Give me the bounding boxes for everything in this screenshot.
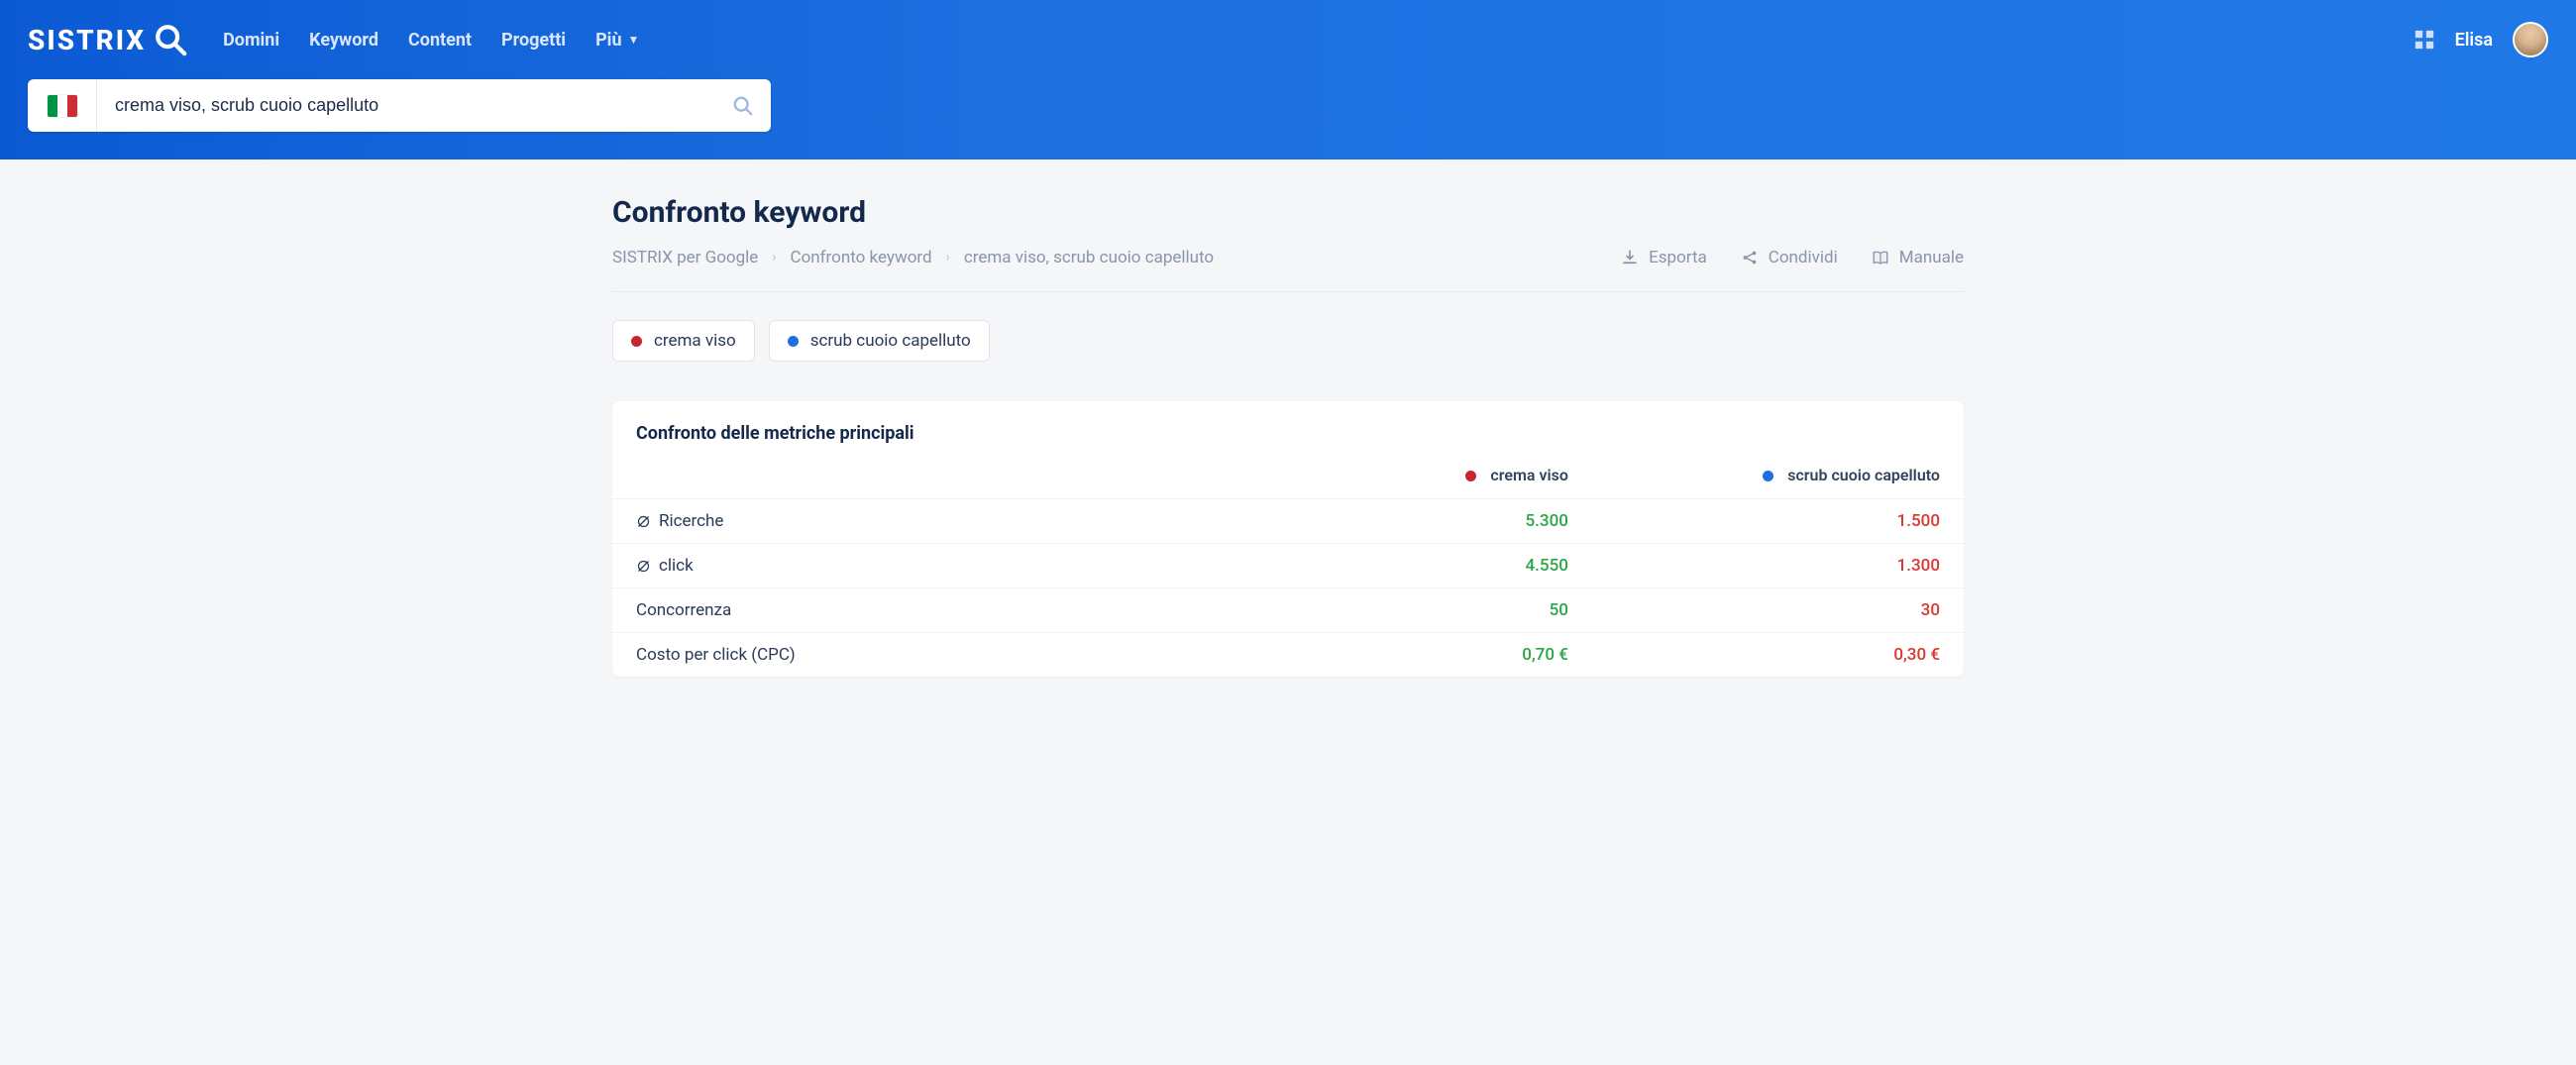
search-button[interactable] — [715, 79, 771, 132]
metric-label-cell: Costo per click (CPC) — [612, 633, 1221, 678]
metric-label-cell: click — [612, 544, 1221, 588]
table-header-col2: scrub cuoio capelluto — [1592, 452, 1964, 499]
nav-item-domini[interactable]: Domini — [223, 30, 279, 51]
breadcrumb: SISTRIX per Google › Confronto keyword ›… — [612, 248, 1214, 267]
export-label: Esporta — [1649, 248, 1707, 267]
metric-value-col2: 0,30 € — [1592, 633, 1964, 678]
download-icon — [1621, 249, 1639, 266]
breadcrumb-row: SISTRIX per Google › Confronto keyword ›… — [612, 248, 1964, 292]
nav-item-keyword[interactable]: Keyword — [309, 30, 378, 51]
color-dot-icon — [1763, 471, 1773, 481]
metric-label-cell: Ricerche — [612, 499, 1221, 544]
color-dot-icon — [788, 336, 799, 347]
avatar[interactable] — [2513, 22, 2548, 57]
export-button[interactable]: Esporta — [1621, 248, 1707, 267]
manual-button[interactable]: Manuale — [1872, 248, 1964, 267]
metric-value-col1: 5.300 — [1221, 499, 1592, 544]
keyword-chip[interactable]: crema viso — [612, 320, 755, 362]
table-row: Costo per click (CPC) 0,70 €0,30 € — [612, 633, 1964, 678]
chevron-right-icon: › — [946, 250, 950, 266]
color-dot-icon — [631, 336, 642, 347]
metric-value-col2: 1.300 — [1592, 544, 1964, 588]
color-dot-icon — [1465, 471, 1476, 481]
brand-logo[interactable]: SISTRIX — [28, 23, 187, 56]
metric-value-col2: 30 — [1592, 588, 1964, 633]
flag-italy-icon — [48, 95, 77, 117]
top-nav: SISTRIX Domini Keyword Content Progetti … — [0, 0, 2576, 79]
breadcrumb-item[interactable]: SISTRIX per Google — [612, 248, 758, 267]
column-label: scrub cuoio capelluto — [1787, 466, 1940, 484]
share-icon — [1741, 249, 1759, 266]
nav-item-more[interactable]: Più ▼ — [595, 30, 639, 51]
book-icon — [1872, 249, 1889, 266]
country-selector[interactable] — [28, 79, 97, 132]
metric-value-col2: 1.500 — [1592, 499, 1964, 544]
chevron-right-icon: › — [772, 250, 776, 266]
metric-label-cell: Concorrenza — [612, 588, 1221, 633]
table-header-col1: crema viso — [1221, 452, 1592, 499]
page-actions: Esporta Condividi Manuale — [1621, 248, 1964, 267]
search-strip — [0, 79, 2576, 160]
nav-right: Elisa — [2414, 22, 2548, 57]
card-title: Confronto delle metriche principali — [612, 401, 1964, 452]
metric-value-col1: 50 — [1221, 588, 1592, 633]
table-row: Concorrenza 5030 — [612, 588, 1964, 633]
average-icon — [636, 514, 651, 529]
chip-label: crema viso — [654, 331, 736, 351]
page-title: Confronto keyword — [612, 195, 1964, 230]
nav-item-content[interactable]: Content — [408, 30, 472, 51]
manual-label: Manuale — [1899, 248, 1964, 267]
search-icon — [154, 23, 187, 56]
search-icon — [732, 95, 754, 117]
metrics-card: Confronto delle metriche principali crem… — [612, 401, 1964, 677]
table-row: Ricerche 5.3001.500 — [612, 499, 1964, 544]
chevron-down-icon: ▼ — [628, 33, 640, 47]
chip-label: scrub cuoio capelluto — [810, 331, 971, 351]
keyword-chips: crema viso scrub cuoio capelluto — [612, 320, 1964, 362]
metrics-table: crema viso scrub cuoio capelluto Ricerch… — [612, 452, 1964, 677]
page-body: Confronto keyword SISTRIX per Google › C… — [555, 160, 2021, 712]
nav-item-progetti[interactable]: Progetti — [501, 30, 566, 51]
search-input[interactable] — [97, 79, 715, 132]
apps-grid-icon[interactable] — [2414, 29, 2435, 51]
metric-label: click — [659, 556, 694, 576]
keyword-chip[interactable]: scrub cuoio capelluto — [769, 320, 990, 362]
average-icon — [636, 559, 651, 574]
table-header-empty — [612, 452, 1221, 499]
table-row: click 4.5501.300 — [612, 544, 1964, 588]
user-name[interactable]: Elisa — [2455, 30, 2493, 51]
breadcrumb-item[interactable]: crema viso, scrub cuoio capelluto — [964, 248, 1214, 267]
nav-links: Domini Keyword Content Progetti Più ▼ — [223, 30, 639, 51]
metric-label: Concorrenza — [636, 600, 731, 620]
metric-value-col1: 4.550 — [1221, 544, 1592, 588]
share-button[interactable]: Condividi — [1741, 248, 1838, 267]
search-bar — [28, 79, 771, 132]
share-label: Condividi — [1769, 248, 1838, 267]
nav-item-more-label: Più — [595, 30, 621, 51]
metric-label: Ricerche — [659, 511, 723, 531]
column-label: crema viso — [1490, 466, 1567, 484]
breadcrumb-item[interactable]: Confronto keyword — [791, 248, 932, 267]
metric-label: Costo per click (CPC) — [636, 645, 796, 665]
brand-text: SISTRIX — [28, 24, 146, 56]
metric-value-col1: 0,70 € — [1221, 633, 1592, 678]
